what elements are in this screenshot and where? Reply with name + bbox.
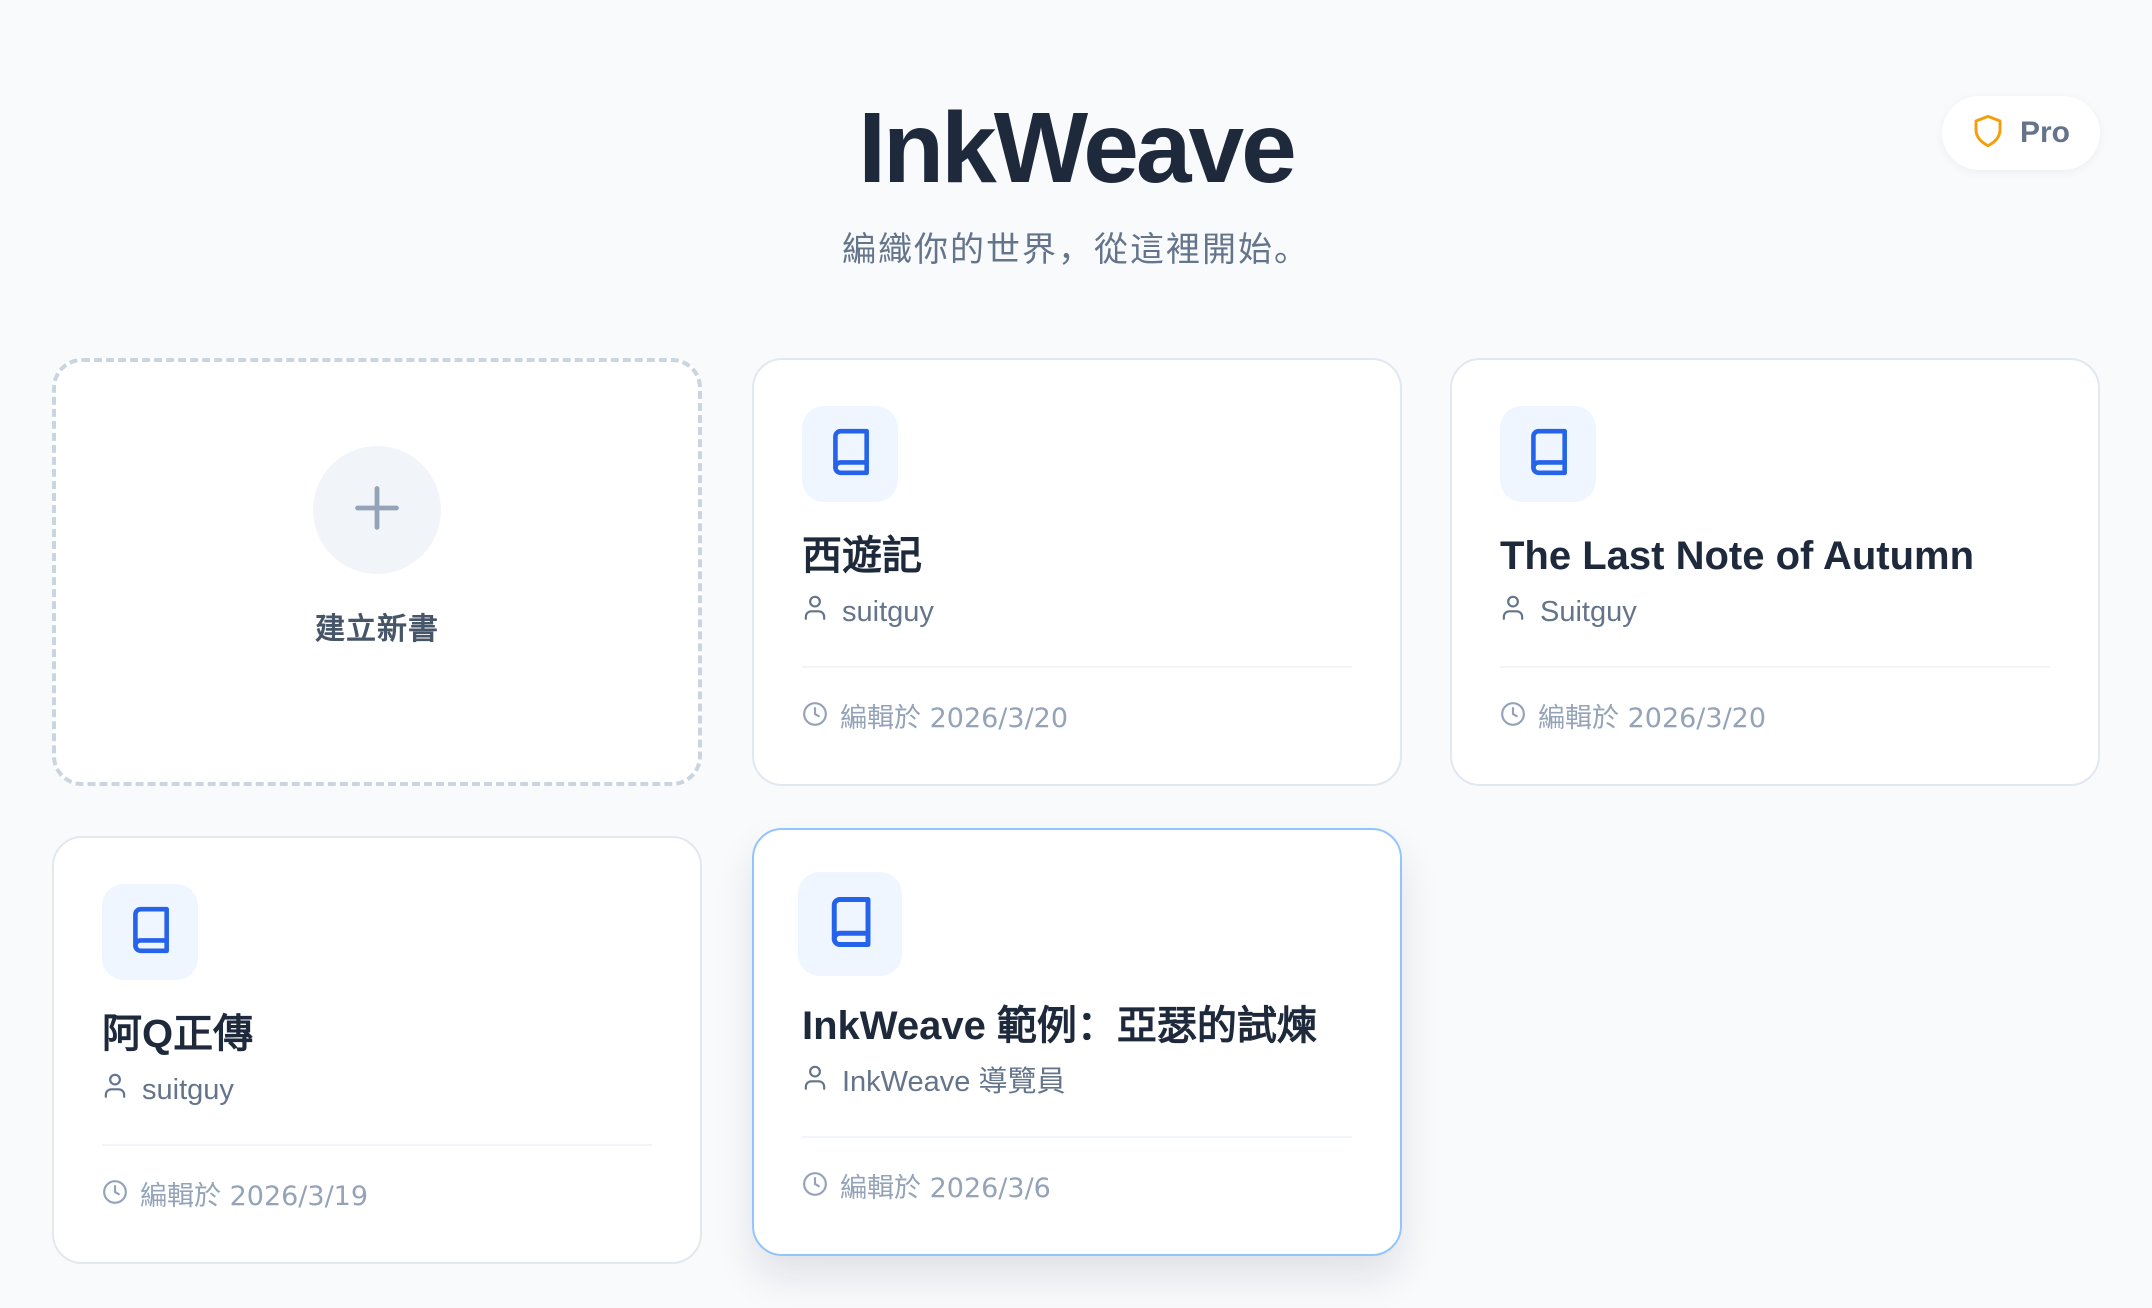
divider: [102, 1144, 652, 1146]
book-edited-date: 編輯於 2026/3/19: [140, 1181, 369, 1212]
divider: [1500, 666, 2050, 668]
book-author-name: Suitguy: [1540, 596, 1637, 628]
book-edited-date: 編輯於 2026/3/6: [840, 1173, 1051, 1204]
user-icon: [802, 1062, 828, 1102]
shield-icon: [1972, 113, 2004, 153]
book-icon-box: [1500, 406, 1596, 502]
divider: [802, 1136, 1352, 1138]
user-icon: [1500, 592, 1526, 632]
add-book-button[interactable]: [313, 446, 441, 574]
book-author-name: suitguy: [142, 1074, 234, 1106]
book-author: suitguy: [802, 592, 934, 632]
book-title: 西遊記: [802, 534, 922, 578]
clock-icon: [802, 1170, 828, 1208]
create-book-card[interactable]: 建立新書: [52, 358, 702, 786]
book-author: Suitguy: [1500, 592, 1637, 632]
book-icon: [127, 905, 173, 959]
book-card[interactable]: 西遊記 suitguy 編輯於 2026/3/20: [752, 358, 1402, 786]
library-page: InkWeave 編織你的世界，從這裡開始。 Pro 建立新書 西遊記 suit…: [0, 0, 2152, 1308]
book-card[interactable]: The Last Note of Autumn Suitguy 編輯於 2026…: [1450, 358, 2100, 786]
clock-icon: [802, 700, 828, 738]
book-edited: 編輯於 2026/3/19: [102, 1178, 368, 1216]
book-icon-box: [798, 872, 902, 976]
book-icon-box: [802, 406, 898, 502]
pro-button[interactable]: Pro: [1942, 96, 2100, 170]
book-icon: [1525, 427, 1571, 481]
divider: [802, 666, 1352, 668]
book-author: suitguy: [102, 1070, 234, 1110]
create-book-label: 建立新書: [315, 612, 439, 647]
plus-icon: [351, 482, 403, 538]
book-edited-date: 編輯於 2026/3/20: [1538, 703, 1767, 734]
book-icon: [827, 427, 873, 481]
book-card[interactable]: 阿Q正傳 suitguy 編輯於 2026/3/19: [52, 836, 702, 1264]
book-icon-box: [102, 884, 198, 980]
user-icon: [102, 1070, 128, 1110]
book-title: 阿Q正傳: [102, 1012, 254, 1056]
pro-label: Pro: [2019, 116, 2070, 149]
book-edited: 編輯於 2026/3/20: [1500, 700, 1766, 738]
book-title: The Last Note of Autumn: [1500, 534, 1975, 578]
clock-icon: [102, 1178, 128, 1216]
book-author-name: suitguy: [842, 596, 934, 628]
book-author-name: InkWeave 導覽員: [842, 1066, 1066, 1098]
user-icon: [802, 592, 828, 632]
book-author: InkWeave 導覽員: [802, 1062, 1065, 1102]
app-title: InkWeave: [858, 92, 1297, 204]
book-edited: 編輯於 2026/3/20: [802, 700, 1068, 738]
clock-icon: [1500, 700, 1526, 738]
book-icon: [825, 895, 875, 953]
book-title: InkWeave 範例：亞瑟的試煉: [802, 1004, 1317, 1048]
book-edited: 編輯於 2026/3/6: [802, 1170, 1051, 1208]
app-subtitle: 編織你的世界，從這裡開始。: [842, 230, 1310, 270]
book-edited-date: 編輯於 2026/3/20: [840, 703, 1069, 734]
book-card[interactable]: InkWeave 範例：亞瑟的試煉 InkWeave 導覽員 編輯於 2026/…: [752, 828, 1402, 1256]
